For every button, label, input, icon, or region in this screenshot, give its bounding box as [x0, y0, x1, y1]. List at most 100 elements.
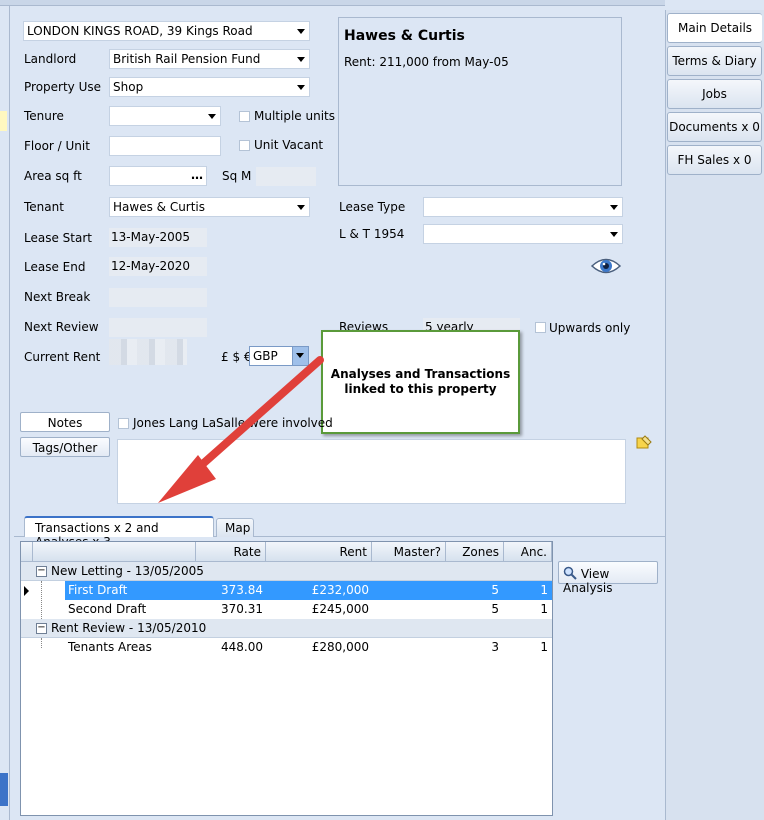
grid-group-label: Rent Review - 13/05/2010 — [51, 621, 207, 635]
magnifier-icon — [563, 566, 577, 580]
grid-header-name[interactable] — [33, 542, 196, 562]
row-name: Second Draft — [68, 602, 147, 616]
lease-type-label: Lease Type — [339, 200, 406, 214]
lt1954-label: L & T 1954 — [339, 227, 405, 241]
row-anc: 1 — [540, 640, 548, 654]
eye-icon[interactable] — [590, 255, 622, 277]
row-rate: 370.31 — [221, 602, 263, 616]
summary-rent-line: Rent: 211,000 from May-05 — [344, 55, 509, 69]
multiple-units-checkbox[interactable] — [239, 111, 250, 122]
row-anc: 1 — [540, 602, 548, 616]
left-edge-highlight — [0, 111, 7, 131]
view-analysis-button[interactable]: View Analysis — [558, 561, 658, 595]
tab-documents[interactable]: Documents x 0 — [667, 112, 762, 142]
area-label: Area sq ft — [24, 169, 82, 183]
tab-main-details[interactable]: Main Details — [667, 13, 762, 43]
address-combo[interactable]: LONDON KINGS ROAD, 39 Kings Road — [23, 21, 310, 41]
tenure-combo[interactable] — [109, 106, 221, 126]
collapse-icon[interactable]: − — [36, 623, 47, 634]
chevron-down-icon[interactable] — [297, 85, 305, 90]
landlord-combo[interactable]: British Rail Pension Fund — [109, 49, 310, 69]
upwards-only-label: Upwards only — [549, 321, 631, 335]
grid-group-label: New Letting - 13/05/2005 — [51, 564, 204, 578]
lt1954-combo[interactable] — [423, 224, 623, 244]
row-rate: 448.00 — [221, 640, 263, 654]
grid-header-rate[interactable]: Rate — [196, 542, 266, 562]
landlord-label: Landlord — [24, 52, 77, 66]
row-rate: 373.84 — [221, 583, 263, 597]
sqm-value — [256, 167, 316, 186]
lease-start-value[interactable]: 13-May-2005 — [109, 228, 207, 247]
table-row[interactable]: First Draft 373.84 £232,000 5 1 — [21, 581, 552, 619]
floor-unit-input[interactable] — [109, 136, 221, 156]
lease-start-label: Lease Start — [24, 231, 92, 245]
row-anc: 1 — [540, 583, 548, 597]
note-edit-icon[interactable] — [636, 435, 652, 451]
row-zones: 5 — [491, 602, 499, 616]
top-strip — [0, 0, 665, 6]
row-rent: £245,000 — [311, 602, 369, 616]
multiple-units-label: Multiple units — [254, 109, 335, 123]
next-break-label: Next Break — [24, 290, 91, 304]
grid-header-anc[interactable]: Anc. — [504, 542, 552, 562]
tags-other-button[interactable]: Tags/Other — [20, 437, 110, 457]
grid-group-row[interactable]: − Rent Review - 13/05/2010 — [21, 619, 552, 638]
property-use-value: Shop — [113, 80, 144, 94]
row-selection — [65, 581, 552, 600]
tenant-value: Hawes & Curtis — [113, 200, 206, 214]
tab-fh-sales[interactable]: FH Sales x 0 — [667, 145, 762, 175]
grid-header-master[interactable]: Master? — [372, 542, 446, 562]
ellipsis-button[interactable]: … — [191, 168, 203, 182]
upwards-only-checkbox[interactable] — [535, 322, 546, 333]
grid-header-zones[interactable]: Zones — [446, 542, 504, 562]
chevron-down-icon[interactable] — [610, 205, 618, 210]
chevron-down-icon[interactable] — [297, 29, 305, 34]
callout-line-1: Analyses and Transactions — [330, 367, 511, 381]
row-name: First Draft — [68, 583, 128, 597]
lease-type-combo[interactable] — [423, 197, 623, 217]
chevron-down-icon[interactable] — [297, 57, 305, 62]
sqm-label: Sq M — [222, 169, 252, 183]
table-row[interactable]: Second Draft 370.31 £245,000 5 1 — [21, 600, 552, 619]
chevron-down-icon[interactable] — [610, 232, 618, 237]
summary-panel: Hawes & Curtis Rent: 211,000 from May-05 — [338, 17, 622, 186]
floor-unit-label: Floor / Unit — [24, 139, 90, 153]
tab-terms-diary[interactable]: Terms & Diary — [667, 46, 762, 76]
tab-transactions[interactable]: Transactions x 2 and Analyses x 3 — [24, 516, 214, 549]
address-value: LONDON KINGS ROAD, 39 Kings Road — [27, 24, 253, 38]
grid-header-indicator — [21, 542, 33, 562]
chevron-down-icon[interactable] — [208, 114, 216, 119]
callout-line-2: linked to this property — [344, 382, 497, 396]
tree-line — [41, 638, 42, 648]
row-rent: £280,000 — [311, 640, 369, 654]
jll-checkbox[interactable] — [118, 418, 129, 429]
row-indicator-icon — [24, 586, 29, 596]
tab-map-label: Map — [225, 521, 251, 535]
lease-end-value[interactable]: 12-May-2020 — [109, 257, 207, 276]
tenant-combo[interactable]: Hawes & Curtis — [109, 197, 310, 217]
unit-vacant-checkbox[interactable] — [239, 140, 250, 151]
property-use-combo[interactable]: Shop — [109, 77, 310, 97]
row-name: Tenants Areas — [68, 640, 152, 654]
collapse-icon[interactable]: − — [36, 566, 47, 577]
landlord-value: British Rail Pension Fund — [113, 52, 261, 66]
tab-map[interactable]: Map — [216, 518, 254, 537]
grid-group-row[interactable]: − New Letting - 13/05/2005 — [21, 562, 552, 581]
table-row[interactable]: Tenants Areas 448.00 £280,000 3 1 — [21, 638, 552, 657]
tenant-label: Tenant — [24, 200, 64, 214]
area-input[interactable]: … — [109, 166, 207, 186]
tab-jobs[interactable]: Jobs — [667, 79, 762, 109]
next-review-label: Next Review — [24, 320, 99, 334]
notes-button[interactable]: Notes — [20, 412, 110, 432]
tenure-label: Tenure — [24, 109, 64, 123]
row-rent: £232,000 — [311, 583, 369, 597]
row-zones: 3 — [491, 640, 499, 654]
left-edge-highlight — [0, 773, 8, 806]
chevron-down-icon[interactable] — [297, 205, 305, 210]
next-break-value[interactable] — [109, 288, 207, 307]
property-use-label: Property Use — [24, 80, 102, 94]
annotation-arrow-icon — [158, 356, 324, 503]
next-review-value[interactable] — [109, 318, 207, 337]
grid-header-rent[interactable]: Rent — [266, 542, 372, 562]
current-rent-label: Current Rent — [24, 350, 101, 364]
